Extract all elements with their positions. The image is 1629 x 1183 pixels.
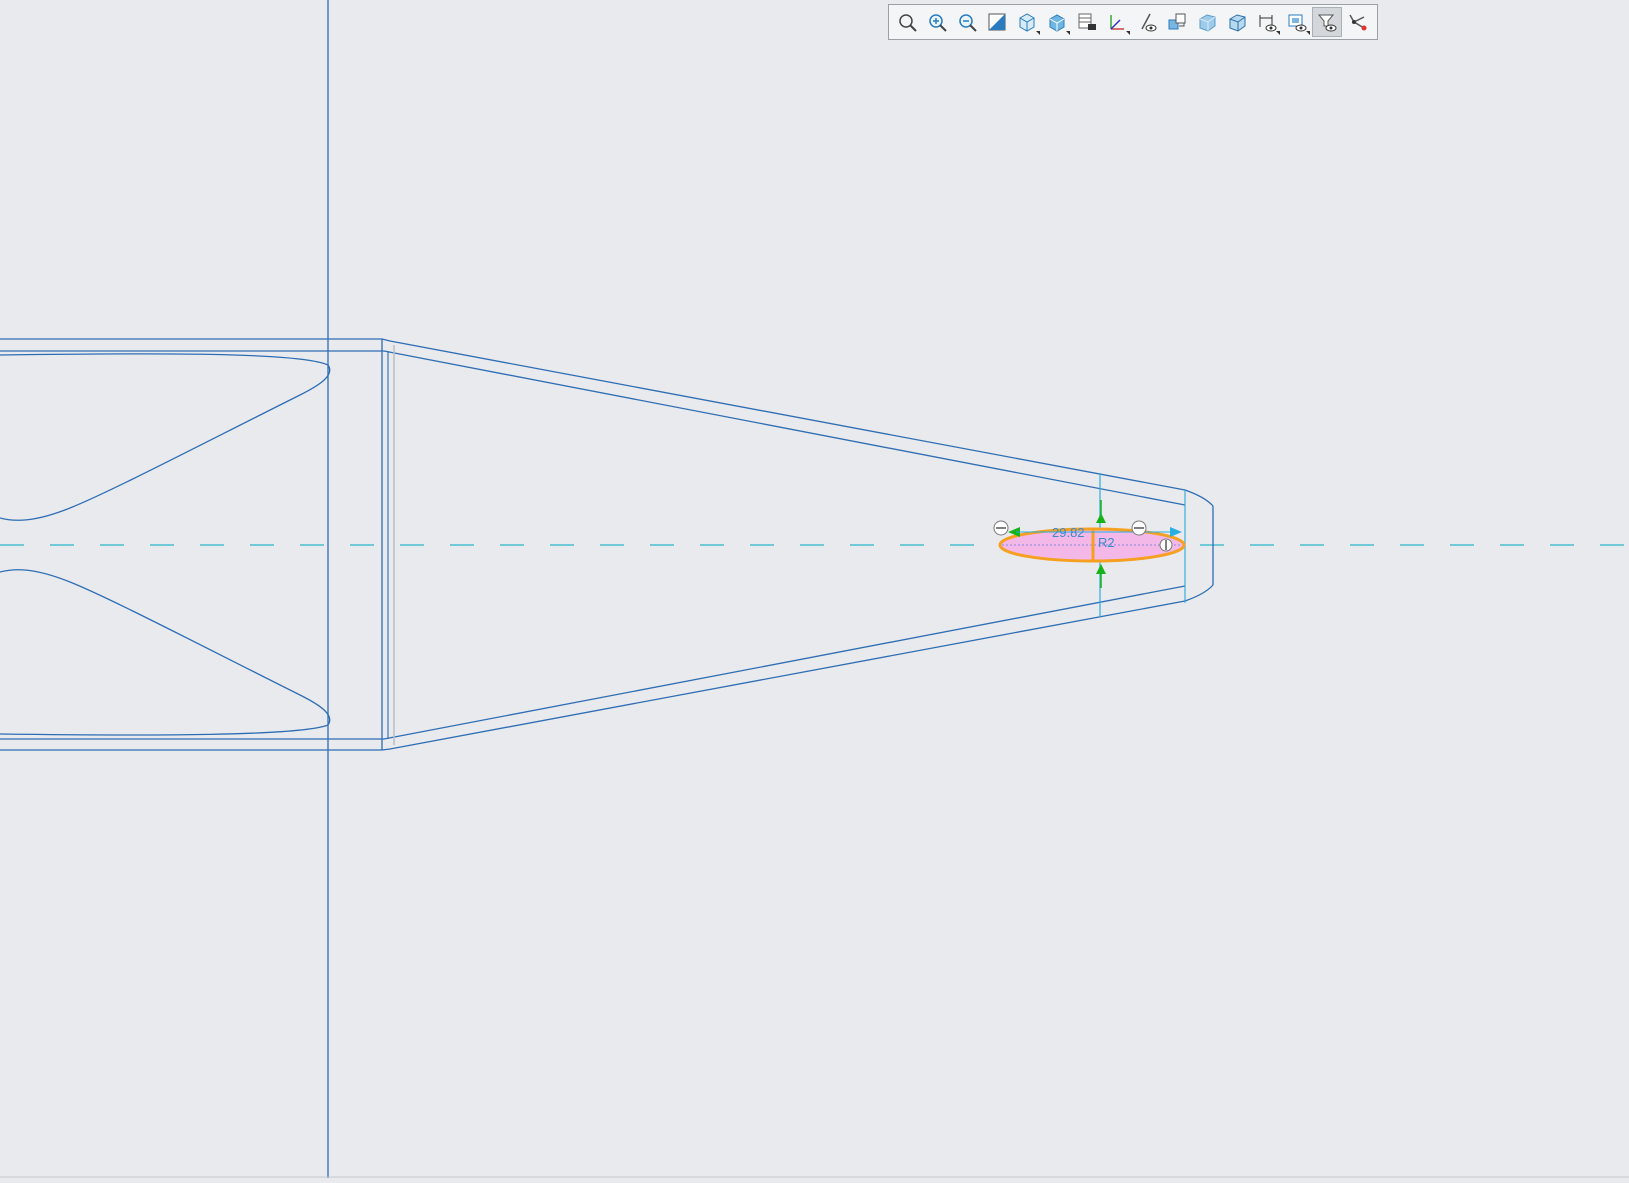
display-style-icon bbox=[1049, 14, 1065, 32]
axis-icon bbox=[1110, 15, 1124, 30]
zoom-out-icon bbox=[959, 14, 977, 32]
inner-profile-top[interactable] bbox=[0, 350, 1186, 506]
chevron-down-icon[interactable] bbox=[1306, 31, 1310, 35]
chevron-down-icon[interactable] bbox=[1276, 31, 1280, 35]
heads-up-view-toolbar bbox=[888, 4, 1378, 40]
hide-show-items-button[interactable] bbox=[1102, 7, 1132, 37]
shaded-box-icon bbox=[1199, 14, 1216, 32]
shaded-edges-button[interactable] bbox=[1222, 7, 1252, 37]
view-cube-icon bbox=[1019, 13, 1035, 32]
lower-cutout-curve[interactable] bbox=[0, 569, 331, 736]
chevron-down-icon[interactable] bbox=[1126, 31, 1130, 35]
outer-profile-top[interactable] bbox=[0, 338, 1214, 507]
view-orientation-button[interactable] bbox=[1012, 7, 1042, 37]
radius-dimension-label[interactable]: R2 bbox=[1098, 535, 1115, 550]
relations-icon bbox=[1349, 14, 1367, 31]
chevron-down-icon[interactable] bbox=[1036, 31, 1040, 35]
display-style-button[interactable] bbox=[1042, 7, 1072, 37]
apply-scene-button[interactable] bbox=[1162, 7, 1192, 37]
upper-cutout-curve[interactable] bbox=[0, 353, 331, 521]
chevron-down-icon[interactable] bbox=[1066, 31, 1070, 35]
zoom-in-button[interactable] bbox=[922, 7, 952, 37]
length-dimension-label[interactable]: 29.82 bbox=[1052, 525, 1085, 540]
edit-appearance-button[interactable] bbox=[1132, 7, 1162, 37]
zoom-fit-icon bbox=[899, 14, 917, 32]
arrow-right-icon bbox=[1170, 527, 1182, 537]
shaded-edges-icon bbox=[1229, 14, 1246, 32]
zoom-to-fit-button[interactable] bbox=[892, 7, 922, 37]
outer-profile-bottom[interactable] bbox=[0, 584, 1214, 751]
dimension-visibility-button[interactable] bbox=[1252, 7, 1282, 37]
display-eye-icon bbox=[1288, 14, 1307, 32]
sketch-relations-button[interactable] bbox=[1342, 7, 1372, 37]
dimension-eye-icon bbox=[1259, 15, 1277, 32]
view-settings-button[interactable] bbox=[1072, 7, 1102, 37]
minus-handle[interactable] bbox=[1131, 520, 1147, 536]
line-eye-icon bbox=[1141, 13, 1157, 32]
shaded-button[interactable] bbox=[1192, 7, 1222, 37]
drag-handle-left[interactable] bbox=[993, 520, 1009, 536]
graphics-area[interactable]: 29.82 R2 bbox=[0, 0, 1629, 1178]
selection-filter-button[interactable] bbox=[1312, 7, 1342, 37]
swap-views-icon bbox=[1168, 13, 1186, 30]
zoom-out-button[interactable] bbox=[952, 7, 982, 37]
inner-profile-bottom[interactable] bbox=[0, 585, 1186, 740]
section-view-icon bbox=[988, 13, 1006, 31]
table-camera-icon bbox=[1078, 13, 1096, 30]
view-settings-2-button[interactable] bbox=[1282, 7, 1312, 37]
filter-eye-icon bbox=[1317, 14, 1337, 32]
zoom-in-icon bbox=[929, 14, 947, 32]
drag-handle-right[interactable] bbox=[1159, 538, 1173, 552]
sketch-canvas[interactable]: 29.82 R2 bbox=[0, 0, 1629, 1178]
section-view-button[interactable] bbox=[982, 7, 1012, 37]
